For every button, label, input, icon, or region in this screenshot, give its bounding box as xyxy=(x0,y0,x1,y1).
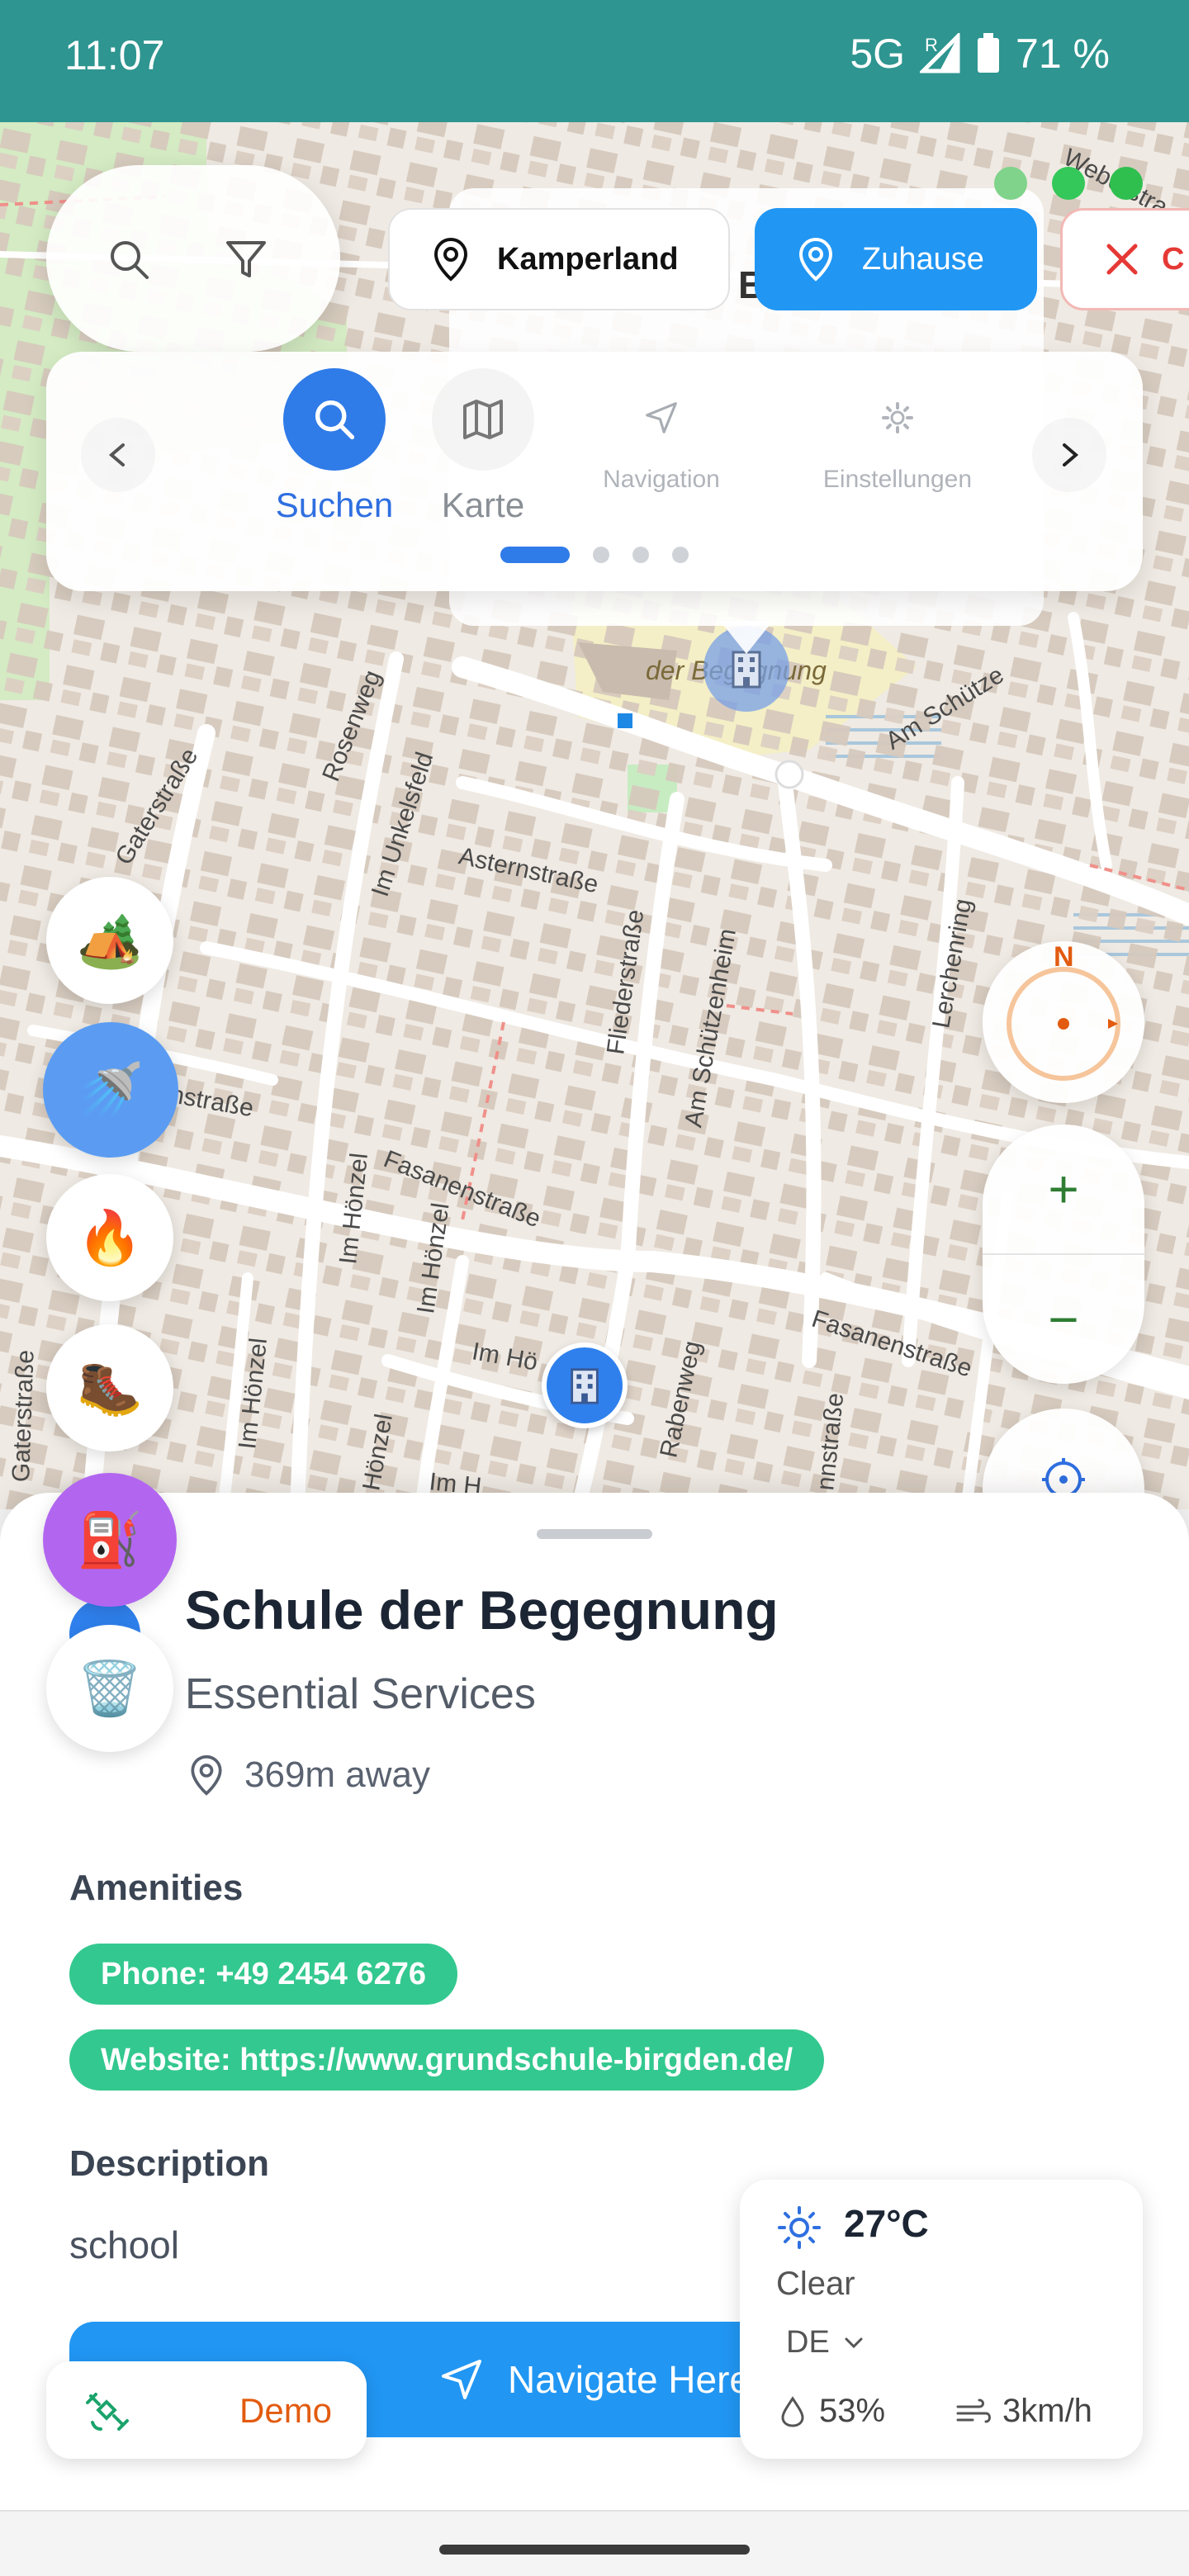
signal-icon: R xyxy=(920,33,961,74)
weather-temperature: 27°C xyxy=(844,2202,929,2245)
nav-item-circle xyxy=(856,376,939,459)
shower-filter-button[interactable]: 🚿 xyxy=(43,1022,178,1158)
amenities-heading: Amenities xyxy=(69,1868,244,1908)
place-distance: 369m away xyxy=(185,1754,430,1797)
sheet-drag-handle[interactable] xyxy=(537,1529,652,1539)
hiking-boot-icon: 🥾 xyxy=(77,1357,143,1418)
search-icon[interactable] xyxy=(106,236,152,282)
nav-item-einstellungen[interactable]: Einstellungen xyxy=(761,376,1034,494)
wind-icon xyxy=(956,2398,991,2422)
camping-icon: 🏕️ xyxy=(77,910,143,970)
wind-value: 3km/h xyxy=(1002,2393,1092,2429)
amenity-tag[interactable]: Phone: +49 2454 6276 xyxy=(69,1944,457,2005)
building-marker[interactable] xyxy=(542,1342,628,1428)
trash-icon: 🗑️ xyxy=(77,1658,143,1718)
fire-icon: 🔥 xyxy=(77,1207,143,1267)
camping-filter-button[interactable]: 🏕️ xyxy=(46,877,173,1004)
hiking-filter-button[interactable]: 🥾 xyxy=(46,1324,173,1451)
carousel-next-button[interactable] xyxy=(1032,418,1106,492)
pager-dot xyxy=(632,547,649,563)
weather-wind: 3km/h xyxy=(955,2393,1092,2430)
map-pin-icon xyxy=(798,237,833,282)
map-pin-icon xyxy=(191,1754,222,1796)
sun-icon xyxy=(778,2206,821,2249)
close-icon xyxy=(1106,244,1138,275)
description-heading: Description xyxy=(69,2143,270,2184)
pager-dot xyxy=(672,547,689,563)
nav-carousel: Suchen Karte Navigation Einstellungen xyxy=(46,352,1143,591)
search-filter-pill xyxy=(46,165,340,352)
chip-label: Zuhause xyxy=(862,241,984,277)
chip-kamperland[interactable]: Kamperland xyxy=(388,208,730,310)
status-time: 11:07 xyxy=(64,32,165,78)
fire-filter-button[interactable]: 🔥 xyxy=(46,1174,173,1301)
network-type: 5G xyxy=(850,31,906,77)
shower-icon: 🚿 xyxy=(78,1059,144,1120)
country-value: DE xyxy=(786,2325,830,2360)
demo-badge[interactable]: Demo xyxy=(46,2361,367,2459)
status-dot xyxy=(1052,167,1085,200)
fuel-filter-button[interactable]: ⛽ xyxy=(43,1473,177,1607)
zoom-in-button[interactable]: + xyxy=(983,1125,1144,1253)
satellite-icon xyxy=(86,2393,129,2431)
description-text: school xyxy=(69,2223,179,2266)
trash-filter-button[interactable]: 🗑️ xyxy=(46,1625,173,1752)
nav-item-circle xyxy=(432,368,534,471)
system-navigation-bar xyxy=(0,2510,1189,2576)
chip-close[interactable]: C xyxy=(1060,208,1189,310)
carousel-pager xyxy=(500,547,689,563)
status-bar: 11:07 5G R 71 % xyxy=(0,0,1189,122)
map-icon xyxy=(463,400,503,439)
zoom-out-button[interactable]: − xyxy=(983,1255,1144,1384)
humidity-value: 53% xyxy=(819,2393,886,2429)
country-select[interactable]: DE xyxy=(786,2325,866,2361)
zoom-control: + − xyxy=(983,1125,1144,1384)
chip-label: Kamperland xyxy=(497,241,679,277)
nav-item-navigation[interactable]: Navigation xyxy=(533,376,789,494)
popup-tail xyxy=(720,621,773,654)
nav-item-circle xyxy=(620,376,703,459)
building-icon xyxy=(571,1368,599,1404)
status-dot xyxy=(1110,167,1143,200)
navigation-icon xyxy=(441,2360,481,2399)
nav-item-label: Navigation xyxy=(603,466,720,493)
chip-zuhause[interactable]: Zuhause xyxy=(755,208,1037,310)
battery-icon xyxy=(976,33,1001,74)
compass-icon: N xyxy=(1007,941,1120,1081)
search-icon xyxy=(315,400,355,440)
amenity-tag[interactable]: Website: https://www.grundschule-birgden… xyxy=(69,2029,825,2091)
filter-icon[interactable] xyxy=(223,236,269,282)
place-title: Schule der Begegnung xyxy=(185,1579,779,1641)
distance-text: 369m away xyxy=(244,1754,431,1795)
demo-label: Demo xyxy=(239,2391,333,2430)
map-pin-icon xyxy=(433,237,468,282)
humidity-icon xyxy=(781,2395,804,2427)
status-dot xyxy=(994,167,1027,200)
pager-dot xyxy=(593,547,609,563)
compass-north-label: N xyxy=(1054,941,1074,973)
home-indicator[interactable] xyxy=(439,2545,750,2555)
compass-button[interactable]: N xyxy=(983,941,1144,1103)
gear-icon xyxy=(882,402,913,433)
chip-label: C xyxy=(1162,241,1185,277)
street-label: Gaterstraße xyxy=(7,1349,40,1483)
nav-item-label: Einstellungen xyxy=(822,466,973,493)
navigate-label: Navigate Here xyxy=(507,2358,751,2401)
navigation-icon xyxy=(646,402,677,433)
weather-condition: Clear xyxy=(776,2266,855,2302)
chevron-down-icon xyxy=(845,2337,863,2348)
chevron-right-icon xyxy=(1063,443,1079,466)
fuel-icon: ⛽ xyxy=(77,1509,143,1570)
svg-text:R: R xyxy=(925,35,938,55)
weather-humidity: 53% xyxy=(776,2393,885,2430)
nav-item-circle xyxy=(283,368,386,471)
weather-card[interactable]: 27°C Clear DE 53% 3km/h xyxy=(740,2180,1143,2459)
place-category: Essential Services xyxy=(185,1670,536,1718)
status-icons: 5G R 71 % xyxy=(850,30,1110,78)
carousel-prev-button[interactable] xyxy=(81,418,155,492)
battery-level: 71 % xyxy=(1016,31,1110,77)
pager-dot-active xyxy=(500,547,570,563)
chevron-left-icon xyxy=(108,443,125,466)
